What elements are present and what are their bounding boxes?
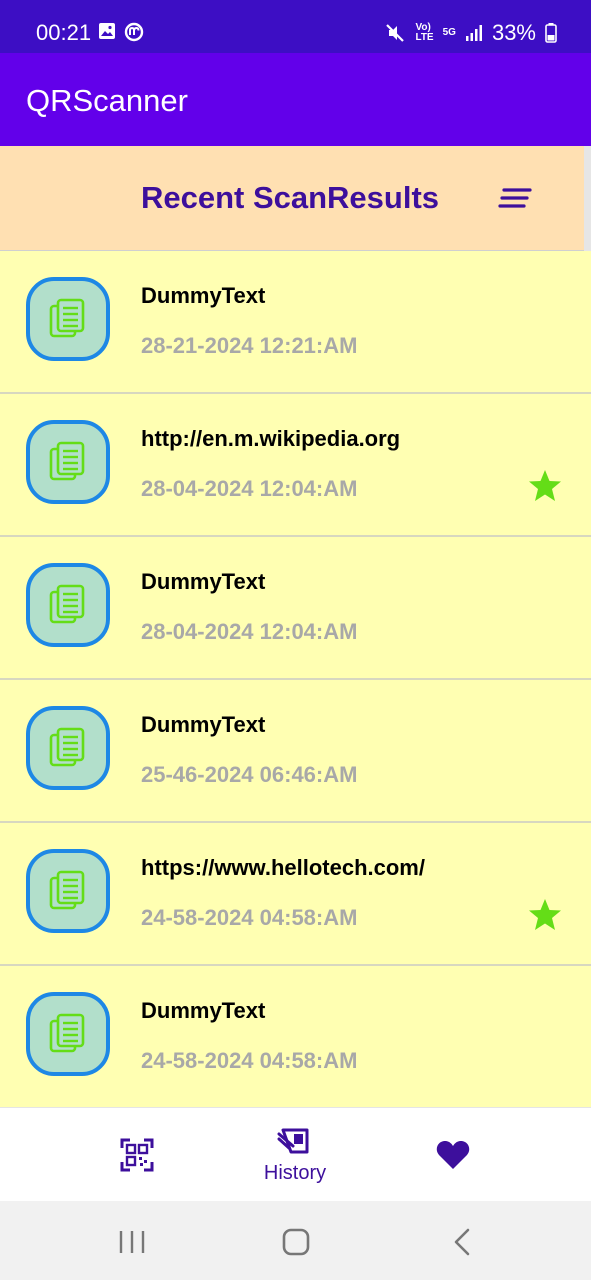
status-bar: 00:21 Vo) LTE 5G 33%	[0, 0, 591, 53]
nav-history[interactable]: History	[245, 1108, 345, 1202]
item-date: 28-21-2024 12:21:AM	[141, 333, 358, 358]
item-date: 28-04-2024 12:04:AM	[141, 619, 358, 644]
battery-percent: 33%	[491, 20, 536, 45]
item-title: DummyText	[141, 283, 266, 308]
star-icon[interactable]	[527, 468, 563, 504]
history-item[interactable]: DummyText 25-46-2024 06:46:AM	[0, 680, 591, 823]
nav-scan[interactable]	[96, 1108, 178, 1202]
gallery-icon	[99, 23, 115, 39]
history-item[interactable]: DummyText 28-21-2024 12:21:AM	[0, 251, 591, 394]
text-document-icon	[26, 277, 110, 361]
text-document-icon	[26, 563, 110, 647]
history-item[interactable]: DummyText 24-58-2024 04:58:AM	[0, 966, 591, 1107]
item-date: 25-46-2024 06:46:AM	[141, 762, 358, 787]
item-title: DummyText	[141, 712, 266, 737]
nav-history-label: History	[263, 1161, 327, 1184]
history-item[interactable]: https://www.hellotech.com/ 24-58-2024 04…	[0, 823, 591, 966]
signal-icon	[465, 25, 482, 41]
text-document-icon	[26, 420, 110, 504]
app-bar: QRScanner	[0, 53, 591, 146]
heart-icon	[436, 1141, 470, 1169]
network-type: 5G	[442, 27, 456, 38]
item-date: 24-58-2024 04:58:AM	[141, 1048, 358, 1073]
text-document-icon	[26, 849, 110, 933]
qr-code-icon	[120, 1138, 154, 1172]
section-header: Recent ScanResults	[0, 146, 584, 252]
bottom-navigation: History	[0, 1107, 591, 1202]
sync-icon	[124, 22, 144, 42]
item-date: 24-58-2024 04:58:AM	[141, 905, 358, 930]
sort-icon[interactable]	[498, 186, 532, 210]
history-item[interactable]: DummyText 28-04-2024 12:04:AM	[0, 537, 591, 680]
star-icon[interactable]	[527, 897, 563, 933]
battery-icon	[545, 23, 557, 43]
app-title: QRScanner	[26, 83, 188, 118]
mute-icon	[386, 24, 405, 42]
item-title: http://en.m.wikipedia.org	[141, 426, 401, 451]
item-title: https://www.hellotech.com/	[141, 855, 425, 880]
text-document-icon	[26, 706, 110, 790]
history-item[interactable]: http://en.m.wikipedia.org 28-04-2024 12:…	[0, 394, 591, 537]
back-icon[interactable]	[442, 1227, 482, 1257]
history-icon	[277, 1128, 309, 1153]
nav-favorites[interactable]	[414, 1108, 492, 1202]
item-title: DummyText	[141, 998, 266, 1023]
recent-apps-icon[interactable]	[112, 1227, 152, 1257]
item-date: 28-04-2024 12:04:AM	[141, 476, 358, 501]
section-title: Recent ScanResults	[140, 180, 440, 215]
volte-indicator: Vo) LTE	[415, 22, 434, 43]
item-title: DummyText	[141, 569, 266, 594]
home-icon[interactable]	[276, 1227, 316, 1257]
system-navigation-bar	[0, 1201, 591, 1280]
status-time: 00:21	[36, 20, 92, 45]
history-list: DummyText 28-21-2024 12:21:AM http://en.…	[0, 251, 591, 1107]
text-document-icon	[26, 992, 110, 1076]
